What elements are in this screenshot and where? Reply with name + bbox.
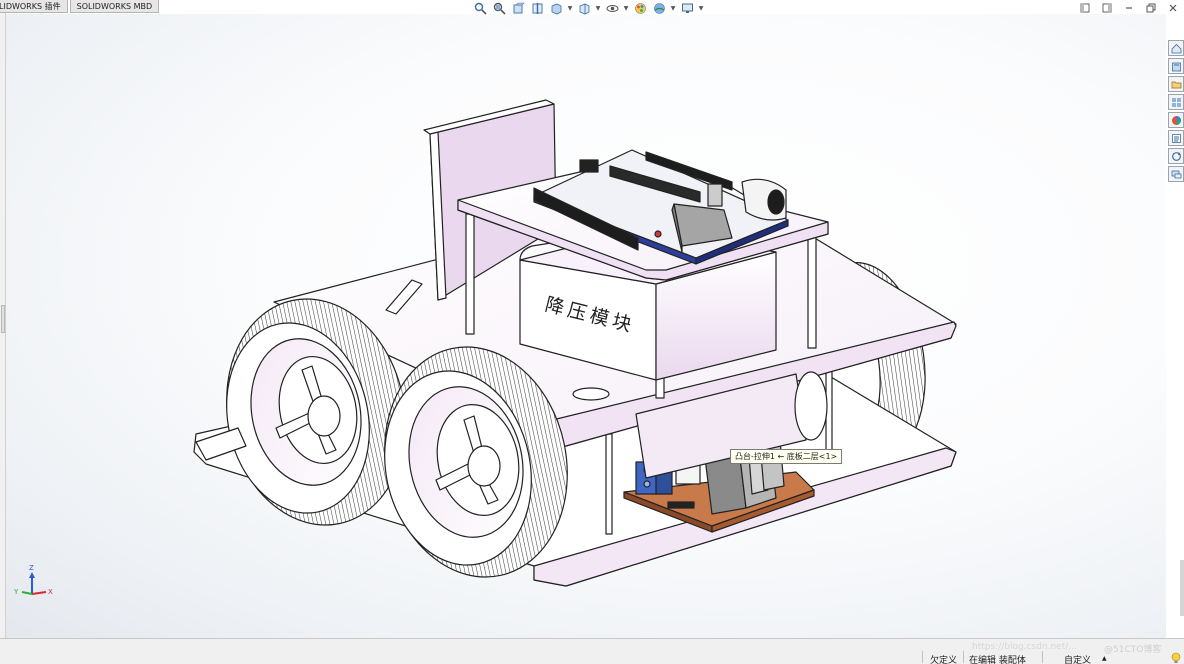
zoom-area-icon[interactable]: [491, 1, 507, 15]
tab-solidworks-addins[interactable]: LIDWORKS 插件: [0, 0, 68, 13]
chevron-down-icon[interactable]: ▼: [623, 1, 629, 15]
custom-properties-icon[interactable]: [1168, 130, 1184, 146]
zoom-to-fit-icon[interactable]: [472, 1, 488, 15]
apply-scene-icon[interactable]: [651, 1, 667, 15]
chevron-down-icon[interactable]: ▼: [670, 1, 676, 15]
edit-appearance-icon[interactable]: [632, 1, 648, 15]
resources-refresh-icon[interactable]: [1168, 148, 1184, 164]
heads-up-view-toolbar: ▼ ▼ ▼ ▼ ▼: [472, 1, 704, 15]
watermark-url: https://blog.csdn.net/...: [972, 642, 1077, 652]
task-pane-scroll-edge[interactable]: [1180, 560, 1184, 616]
solidworks-forum-icon[interactable]: [1168, 166, 1184, 182]
selection-tooltip: 凸台-拉伸1 ← 底板二层<1>: [730, 449, 843, 464]
task-pane-tabs: [1168, 40, 1184, 182]
file-explorer-icon[interactable]: [1168, 76, 1184, 92]
status-bar: https://blog.csdn.net/... @51CTO博客 欠定义 在…: [0, 638, 1184, 664]
chevron-down-icon[interactable]: ▼: [567, 1, 573, 15]
tab-solidworks-mbd[interactable]: SOLIDWORKS MBD: [69, 0, 160, 13]
triad-z: Z: [29, 564, 34, 572]
triad-y: Y: [13, 588, 19, 596]
tile-window-icon[interactable]: [1096, 0, 1118, 16]
design-library-icon[interactable]: [1168, 58, 1184, 74]
section-view-icon[interactable]: [529, 1, 545, 15]
unit-system-selector[interactable]: 自定义: [1064, 653, 1091, 664]
document-window-controls: [1074, 0, 1184, 16]
status-divider: [1042, 651, 1043, 663]
restore-tile-icon[interactable]: [1074, 0, 1096, 16]
definition-status: 欠定义: [930, 656, 958, 664]
robot-car-model[interactable]: [193, 99, 957, 594]
chevron-down-icon[interactable]: ▼: [595, 1, 601, 15]
maximize-icon[interactable]: [1140, 0, 1162, 16]
home-icon[interactable]: [1168, 40, 1184, 56]
status-divider: [922, 651, 923, 663]
previous-view-icon[interactable]: [510, 1, 526, 15]
view-settings-icon[interactable]: [679, 1, 695, 15]
view-orientation-icon[interactable]: [548, 1, 564, 15]
hide-show-icon[interactable]: [604, 1, 620, 15]
minimize-icon[interactable]: [1118, 0, 1140, 16]
help-bulb-icon[interactable]: [1170, 652, 1182, 664]
triad-x: X: [48, 588, 53, 596]
watermark-brand: @51CTO博客: [1104, 645, 1162, 655]
view-palette-icon[interactable]: [1168, 94, 1184, 110]
close-icon[interactable]: [1162, 0, 1184, 16]
appearances-icon[interactable]: [1168, 112, 1184, 128]
chevron-down-icon[interactable]: ▼: [698, 1, 704, 15]
graphics-viewport[interactable]: 降压模块 Z X Y: [6, 14, 1166, 638]
model-canvas[interactable]: 降压模块 Z X Y: [6, 14, 1166, 638]
status-divider: [963, 651, 964, 663]
display-style-icon[interactable]: [576, 1, 592, 15]
panel-collapse-handle[interactable]: [1, 305, 5, 333]
reference-triad: Z X Y: [13, 564, 53, 596]
chevron-up-icon[interactable]: ▲: [1102, 655, 1107, 662]
editing-status: 在编辑 装配体: [969, 656, 1026, 664]
command-manager-tabs: LIDWORKS 插件 SOLIDWORKS MBD: [0, 0, 160, 13]
